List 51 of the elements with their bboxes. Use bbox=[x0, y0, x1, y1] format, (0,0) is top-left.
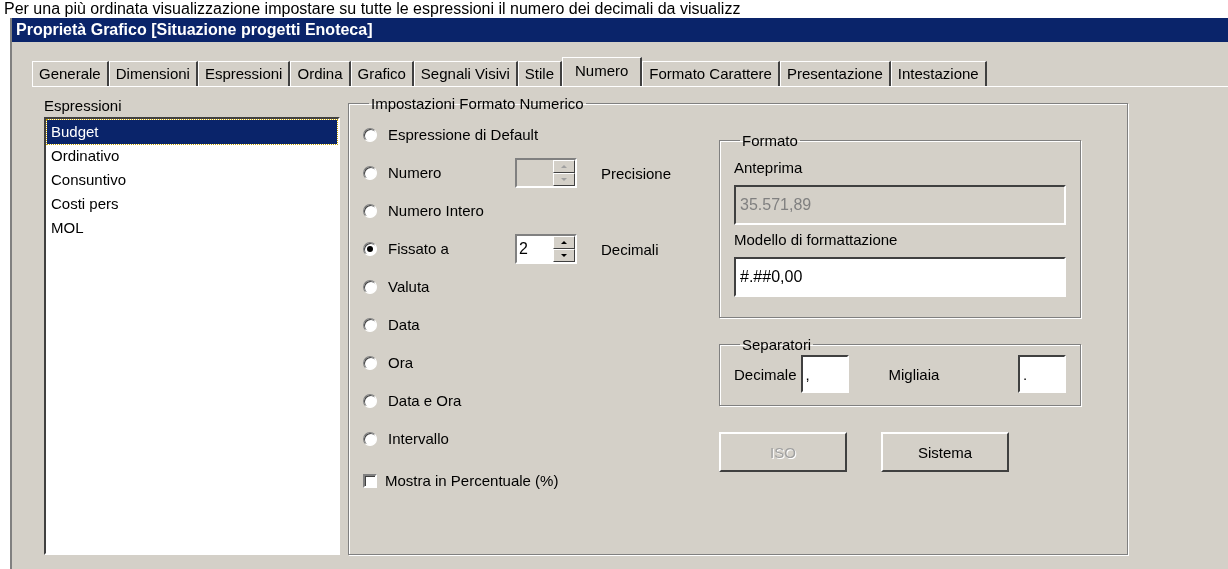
radio-option[interactable]: Fissato a bbox=[363, 239, 515, 259]
field-label: Migliaia bbox=[888, 365, 940, 383]
radio-icon[interactable] bbox=[363, 318, 377, 332]
list-item[interactable]: Ordinativo bbox=[47, 144, 337, 168]
radio-icon[interactable] bbox=[363, 166, 377, 180]
field-label: Decimali bbox=[601, 240, 659, 258]
radio-option[interactable]: Data bbox=[363, 315, 515, 335]
list-item[interactable]: Costi pers bbox=[47, 192, 337, 216]
tab[interactable]: Dimensioni bbox=[108, 61, 198, 86]
radio-option[interactable]: Data e Ora bbox=[363, 391, 515, 411]
radio-option[interactable]: Espressione di Default bbox=[363, 125, 539, 145]
radio-option[interactable]: Ora bbox=[363, 353, 515, 373]
radio-icon[interactable] bbox=[363, 356, 377, 370]
group-title: Impostazioni Formato Numerico bbox=[370, 95, 585, 112]
radio-icon[interactable] bbox=[363, 432, 377, 446]
field-label: Decimale bbox=[734, 365, 797, 383]
group-title: Separatori bbox=[741, 336, 813, 353]
radio-icon[interactable] bbox=[363, 128, 377, 142]
separator-field[interactable]: . bbox=[1018, 355, 1066, 393]
tab[interactable]: Intestazione bbox=[890, 61, 987, 86]
field-label: Modello di formattazione bbox=[734, 230, 899, 250]
field-label: Precisione bbox=[601, 164, 672, 182]
radio-icon[interactable] bbox=[363, 204, 377, 218]
radio-icon[interactable] bbox=[363, 242, 377, 256]
group-title: Formato bbox=[741, 132, 799, 149]
list-item[interactable]: MOL bbox=[47, 216, 337, 240]
separator-field[interactable]: , bbox=[800, 355, 849, 393]
tab[interactable]: Segnali Visivi bbox=[413, 61, 518, 86]
tab[interactable]: Grafico bbox=[350, 61, 414, 86]
radio-option[interactable]: Intervallo bbox=[363, 429, 515, 449]
tab[interactable]: Espressioni bbox=[197, 61, 291, 86]
radio-icon[interactable] bbox=[363, 280, 377, 294]
list-item[interactable]: Budget bbox=[47, 120, 337, 144]
push-button[interactable]: Sistema bbox=[881, 432, 1009, 472]
tab[interactable]: Ordina bbox=[290, 61, 351, 86]
tab[interactable]: Presentazione bbox=[779, 61, 891, 86]
radio-icon[interactable] bbox=[363, 394, 377, 408]
list-item[interactable]: Consuntivo bbox=[47, 168, 337, 192]
pattern-field[interactable]: #.##0,00 bbox=[734, 257, 1066, 297]
tab[interactable]: Formato Carattere bbox=[642, 61, 780, 86]
checkbox-option[interactable]: Mostra in Percentuale (%) bbox=[363, 472, 719, 489]
list-label: Espressioni bbox=[44, 96, 123, 116]
radio-option[interactable]: Valuta bbox=[363, 277, 515, 297]
field-label: Anteprima bbox=[734, 158, 804, 178]
radio-option[interactable]: Numero Intero bbox=[363, 201, 515, 221]
window-title: Proprietà Grafico [Situazione progetti Enoteca] bbox=[16, 21, 373, 38]
tab[interactable]: Numero bbox=[562, 57, 643, 86]
tab[interactable]: Stile bbox=[517, 61, 562, 86]
caption-text: Per una più ordinata visualizzazione impostare su tutte le espressioni il numero dei decimali da visualizz bbox=[3, 0, 742, 18]
tab[interactable]: Generale bbox=[32, 61, 109, 86]
radio-option[interactable]: Numero bbox=[363, 163, 515, 183]
